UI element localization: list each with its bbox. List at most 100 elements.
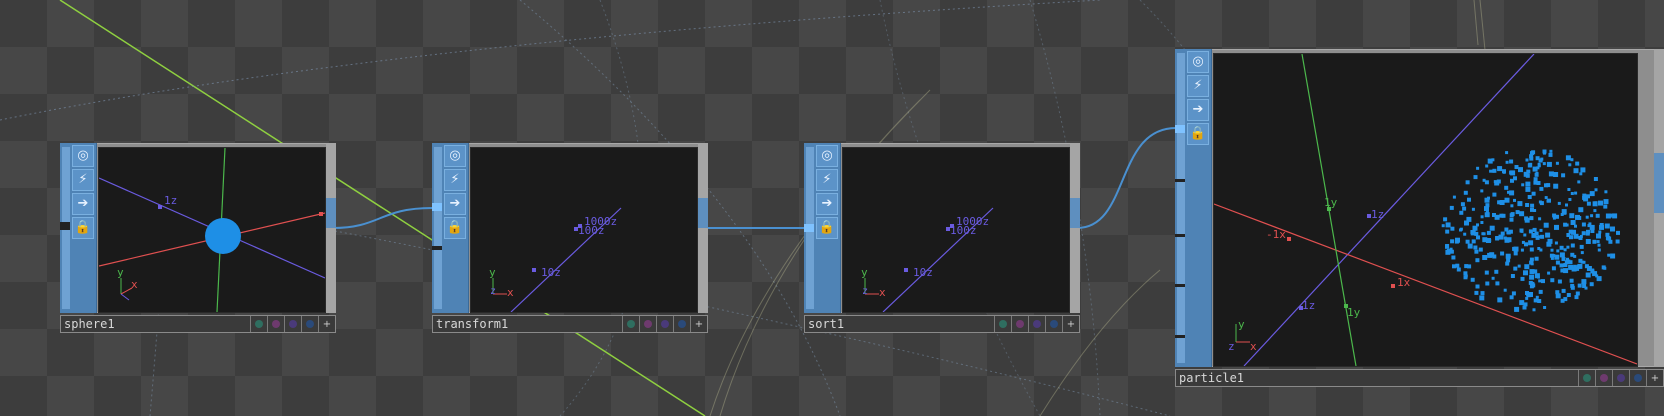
- particle: [1584, 286, 1588, 290]
- output-connector[interactable]: [1654, 153, 1664, 213]
- particle: [1541, 279, 1545, 284]
- node-name-label[interactable]: sphere1: [64, 316, 115, 332]
- export-icon[interactable]: ➔: [1187, 99, 1209, 121]
- lock-flag-icon[interactable]: [1595, 370, 1612, 386]
- particle: [1547, 271, 1551, 275]
- input-connector[interactable]: [804, 224, 814, 232]
- export-icon[interactable]: ➔: [816, 193, 838, 215]
- output-connector[interactable]: [1070, 198, 1080, 228]
- particle: [1481, 232, 1485, 236]
- particle: [1509, 170, 1514, 175]
- viewer-toggle-icon[interactable]: ◎: [72, 145, 94, 167]
- particle: [1593, 209, 1597, 213]
- cook-icon[interactable]: ⚡: [72, 169, 94, 191]
- export-icon[interactable]: ➔: [72, 193, 94, 215]
- node-name-label[interactable]: transform1: [436, 316, 508, 332]
- node-sphere1[interactable]: ◎ ⚡ ➔ 🔒 1z y x sphere1 +: [60, 143, 336, 333]
- node-viewer[interactable]: 1y 1z -1x 1x 1z 1y y z x: [1213, 53, 1638, 367]
- add-icon[interactable]: +: [318, 316, 335, 332]
- input-connector[interactable]: [60, 222, 70, 230]
- bypass-flag-icon[interactable]: [622, 316, 639, 332]
- particle: [1570, 243, 1575, 248]
- particle: [1556, 249, 1560, 253]
- add-icon[interactable]: +: [690, 316, 707, 332]
- cook-icon[interactable]: ⚡: [444, 169, 466, 191]
- viewer-toggle-icon[interactable]: ◎: [444, 145, 466, 167]
- output-connector[interactable]: [698, 198, 708, 228]
- particle: [1506, 258, 1511, 263]
- particle: [1463, 232, 1467, 236]
- node-viewer[interactable]: 1000z 100z 10z y z x: [470, 147, 698, 313]
- bypass-flag-icon[interactable]: [994, 316, 1011, 332]
- particle: [1528, 162, 1533, 167]
- particle: [1597, 248, 1601, 252]
- particle: [1473, 245, 1478, 250]
- wire-sphere1-transform1[interactable]: [332, 207, 433, 229]
- node-transform1[interactable]: ◎ ⚡ ➔ 🔒 1000z 100z 10z y z x transform1: [432, 143, 708, 333]
- particle: [1581, 279, 1587, 285]
- render-flag-icon[interactable]: [301, 316, 318, 332]
- particle: [1524, 264, 1530, 270]
- particle: [1559, 263, 1564, 268]
- particle: [1529, 274, 1535, 280]
- lock-icon[interactable]: 🔒: [816, 217, 838, 239]
- lock-icon[interactable]: 🔒: [72, 217, 94, 239]
- node-viewer[interactable]: 1z y x: [98, 147, 326, 313]
- display-flag-icon[interactable]: [1612, 370, 1629, 386]
- display-flag-icon[interactable]: [284, 316, 301, 332]
- particle: [1549, 149, 1553, 153]
- particle: [1514, 306, 1520, 312]
- node-name-label[interactable]: particle1: [1179, 370, 1244, 386]
- cook-icon[interactable]: ⚡: [816, 169, 838, 191]
- particle: [1568, 264, 1574, 270]
- bypass-flag-icon[interactable]: [1578, 370, 1595, 386]
- particle: [1529, 216, 1534, 221]
- node-viewer[interactable]: 1000z 100z 10z y z x: [842, 147, 1070, 313]
- render-flag-icon[interactable]: [673, 316, 690, 332]
- lock-flag-icon[interactable]: [1011, 316, 1028, 332]
- particle: [1574, 224, 1577, 228]
- particle: [1536, 275, 1540, 279]
- particle: [1546, 183, 1551, 188]
- svg-text:y: y: [117, 266, 124, 279]
- lock-icon[interactable]: 🔒: [444, 217, 466, 239]
- particle: [1480, 189, 1484, 193]
- particle: [1573, 233, 1579, 239]
- display-flag-icon[interactable]: [656, 316, 673, 332]
- lock-flag-icon[interactable]: [639, 316, 656, 332]
- particle: [1503, 288, 1507, 292]
- node-particle1[interactable]: ◎ ⚡ ➔ 🔒 1y 1z -1x 1x 1z 1y y z x particl…: [1175, 49, 1664, 387]
- particle: [1566, 293, 1571, 297]
- particle: [1443, 217, 1448, 222]
- viewer-toggle-icon[interactable]: ◎: [816, 145, 838, 167]
- node-name-label[interactable]: sort1: [808, 316, 844, 332]
- particle: [1538, 289, 1543, 294]
- particle: [1456, 267, 1461, 272]
- particle: [1550, 256, 1554, 260]
- input-connector[interactable]: [432, 203, 442, 211]
- display-flag-icon[interactable]: [1028, 316, 1045, 332]
- add-icon[interactable]: +: [1646, 370, 1663, 386]
- lock-icon[interactable]: 🔒: [1187, 123, 1209, 145]
- viewer-toggle-icon[interactable]: ◎: [1187, 51, 1209, 73]
- particle: [1463, 275, 1468, 280]
- bypass-flag-icon[interactable]: [250, 316, 267, 332]
- wire-sort1-particle1[interactable]: [1076, 127, 1177, 229]
- render-flag-icon[interactable]: [1045, 316, 1062, 332]
- particle: [1596, 240, 1600, 244]
- axis-label: 1z: [1371, 208, 1384, 221]
- particle: [1535, 295, 1539, 299]
- add-icon[interactable]: +: [1062, 316, 1079, 332]
- particle: [1578, 207, 1584, 213]
- particle: [1509, 213, 1514, 218]
- output-connector[interactable]: [326, 198, 336, 228]
- export-icon[interactable]: ➔: [444, 193, 466, 215]
- particle: [1537, 299, 1542, 303]
- lock-flag-icon[interactable]: [267, 316, 284, 332]
- render-flag-icon[interactable]: [1629, 370, 1646, 386]
- node-sort1[interactable]: ◎ ⚡ ➔ 🔒 1000z 100z 10z y z x sort1 +: [804, 143, 1080, 333]
- cook-icon[interactable]: ⚡: [1187, 75, 1209, 97]
- particle: [1471, 207, 1475, 211]
- input-connector[interactable]: [1175, 125, 1185, 133]
- particle: [1525, 158, 1529, 162]
